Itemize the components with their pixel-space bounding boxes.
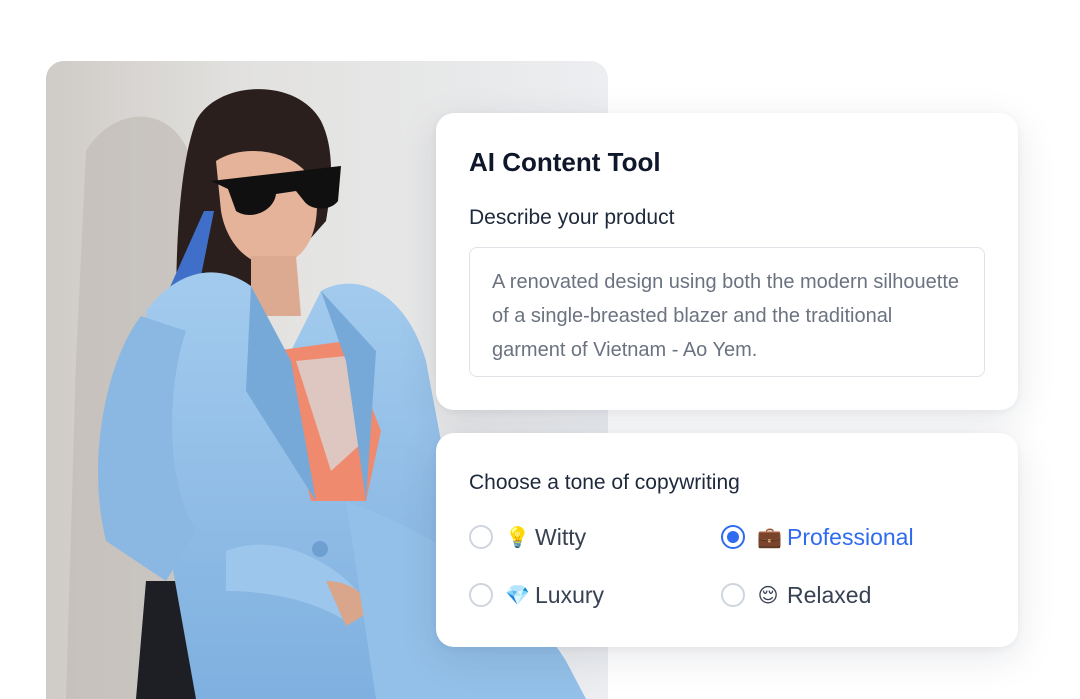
tone-option-witty[interactable]: 💡 Witty [469,522,586,552]
tone-label: Choose a tone of copywriting [469,471,740,494]
radio-professional[interactable] [721,525,745,549]
tool-title: AI Content Tool [469,147,661,177]
gem-icon: 💎 [505,584,530,607]
content-tool-card: AI Content Tool Describe your product A … [436,113,1018,410]
tone-options: 💡 Witty 💼 Professional 💎 Luxury 😌 Relaxe… [469,516,985,636]
tone-card: Choose a tone of copywriting 💡 Witty 💼 P… [436,433,1018,647]
lightbulb-icon: 💡 [505,526,530,549]
radio-luxury[interactable] [469,583,493,607]
briefcase-icon: 💼 [757,526,782,549]
product-description-label: Describe your product [469,206,675,229]
tone-option-professional[interactable]: 💼 Professional [721,522,914,552]
tone-option-luxury[interactable]: 💎 Luxury [469,580,604,610]
tone-option-label: Witty [535,523,587,550]
tone-option-label: Professional [787,523,914,550]
product-description-field[interactable]: A renovated design using both the modern… [469,247,985,377]
tone-option-label: Luxury [535,581,605,608]
relieved-face-icon: 😌 [757,584,779,607]
radio-witty[interactable] [469,525,493,549]
radio-relaxed[interactable] [721,583,745,607]
tone-option-label: Relaxed [787,581,872,608]
tone-option-relaxed[interactable]: 😌 Relaxed [721,580,871,610]
